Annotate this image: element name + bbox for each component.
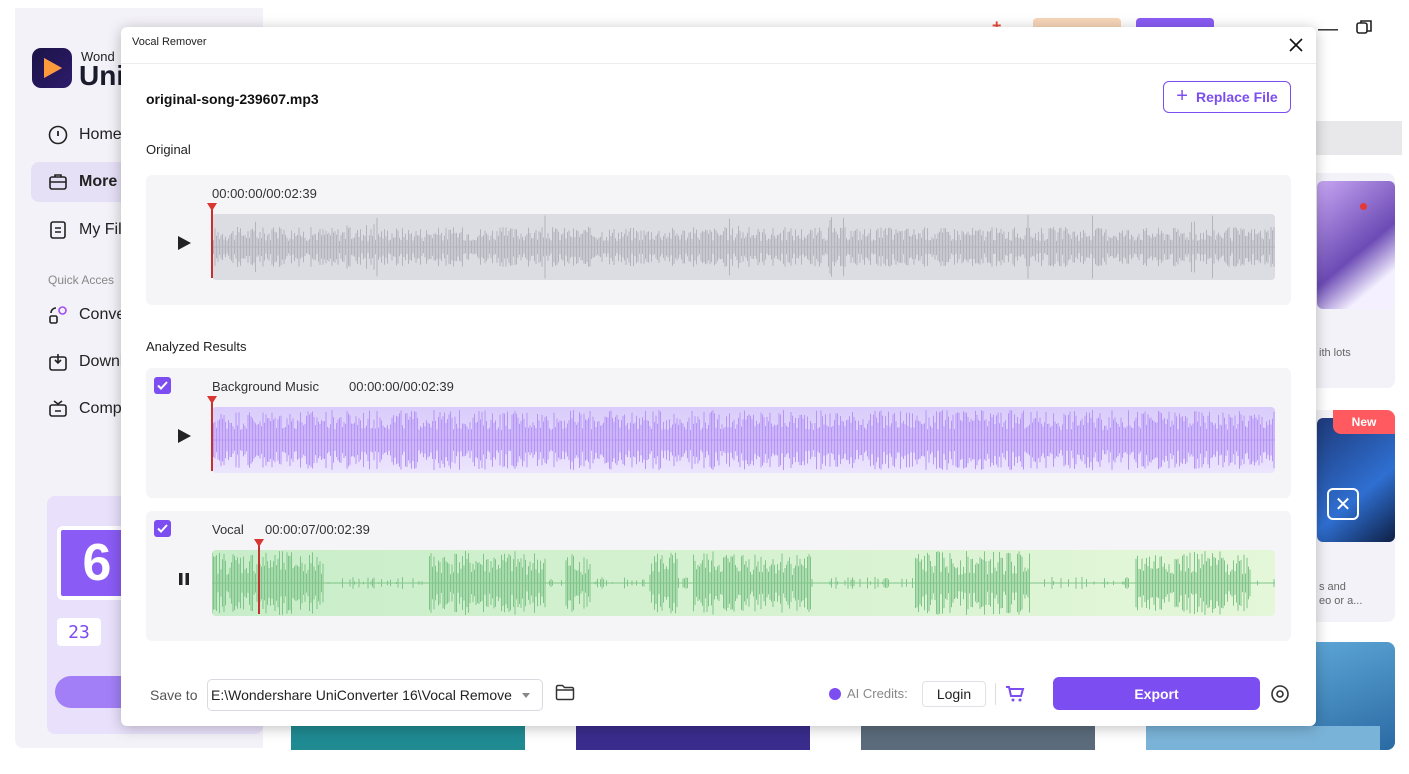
original-waveform[interactable]: [212, 214, 1275, 280]
replace-file-button[interactable]: + Replace File: [1163, 81, 1291, 113]
save-to-label: Save to: [150, 687, 198, 703]
divider: [995, 683, 996, 705]
thumbnail: [291, 726, 525, 750]
minimize-icon[interactable]: —: [1318, 18, 1338, 41]
ai-credits-label: AI Credits:: [847, 686, 908, 701]
dialog-title: Vocal Remover: [132, 36, 207, 48]
search-bar[interactable]: [1315, 121, 1402, 155]
thumbnail: [1146, 726, 1380, 750]
sidebar-item-label: Comp: [79, 400, 122, 417]
new-badge: New: [1333, 410, 1395, 434]
thumbnail: [861, 726, 1095, 750]
settings-icon[interactable]: [1270, 684, 1290, 704]
tool-card-image: [1317, 181, 1395, 309]
file-icon: [47, 219, 69, 241]
file-name: original-song-239607.mp3: [146, 91, 319, 107]
brand-name-line2: Uni: [79, 60, 125, 91]
tool-card-text: s and eo or a...: [1319, 581, 1363, 607]
compress-icon: [47, 398, 69, 420]
login-button[interactable]: Login: [922, 681, 986, 707]
vocal-time: 00:00:07/00:02:39: [265, 522, 370, 537]
original-track: 00:00:00/00:02:39: [146, 175, 1291, 305]
pause-icon[interactable]: [176, 571, 194, 589]
vocal-remover-dialog: Vocal Remover original-song-239607.mp3 +…: [121, 27, 1316, 726]
save-path-value: E:\Wondershare UniConverter 16\Vocal Rem…: [211, 687, 512, 703]
analyzed-results-label: Analyzed Results: [146, 339, 247, 354]
sidebar-item-label: My Fil: [79, 221, 122, 238]
cart-icon[interactable]: [1005, 685, 1025, 703]
convert-icon: [47, 304, 69, 326]
dialog-footer: Save to E:\Wondershare UniConverter 16\V…: [121, 667, 1316, 726]
vocal-waveform[interactable]: [212, 550, 1275, 616]
plus-icon: +: [1176, 85, 1188, 107]
quick-access-label: Quick Acces: [48, 273, 115, 287]
sidebar-item-label: Conve: [79, 306, 126, 323]
background-music-time: 00:00:00/00:02:39: [349, 379, 454, 394]
save-path-dropdown[interactable]: E:\Wondershare UniConverter 16\Vocal Rem…: [207, 679, 543, 711]
promo-countdown-time: 23: [57, 618, 101, 646]
playhead[interactable]: [207, 396, 217, 471]
sidebar-item-label: More: [79, 173, 118, 190]
vocal-checkbox[interactable]: [154, 520, 171, 537]
sidebar-item-label: Downl: [79, 353, 124, 370]
vocal-label: Vocal: [212, 522, 244, 537]
playhead[interactable]: [207, 203, 217, 278]
play-icon[interactable]: [176, 235, 194, 253]
background-music-checkbox[interactable]: [154, 377, 171, 394]
export-button[interactable]: Export: [1053, 677, 1260, 710]
ai-credits: AI Credits:: [829, 686, 908, 701]
toolbox-icon: [47, 171, 69, 193]
playhead[interactable]: [253, 539, 264, 614]
original-section-label: Original: [146, 142, 191, 157]
ai-credits-icon: [829, 687, 841, 700]
original-track-time: 00:00:00/00:02:39: [212, 186, 317, 201]
background-music-waveform[interactable]: [212, 407, 1275, 473]
app-logo: [32, 48, 72, 88]
replace-file-label: Replace File: [1195, 89, 1278, 105]
folder-icon[interactable]: [555, 684, 575, 702]
thumbnail: [576, 726, 810, 750]
tool-card-text: ith lots: [1319, 347, 1351, 359]
vocal-track: Vocal 00:00:07/00:02:39: [146, 511, 1291, 641]
dialog-divider: [121, 63, 1316, 64]
play-icon[interactable]: [176, 428, 194, 446]
download-icon: [47, 351, 69, 373]
background-music-track: Background Music 00:00:00/00:02:39: [146, 368, 1291, 498]
chevron-down-icon: [522, 693, 530, 698]
restore-icon[interactable]: [1355, 18, 1373, 42]
tool-card-image: ✕: [1317, 418, 1395, 542]
home-icon: [47, 124, 69, 146]
background-music-label: Background Music: [212, 379, 319, 394]
sidebar-item-label: Home: [79, 126, 122, 143]
close-icon[interactable]: [1286, 35, 1306, 55]
